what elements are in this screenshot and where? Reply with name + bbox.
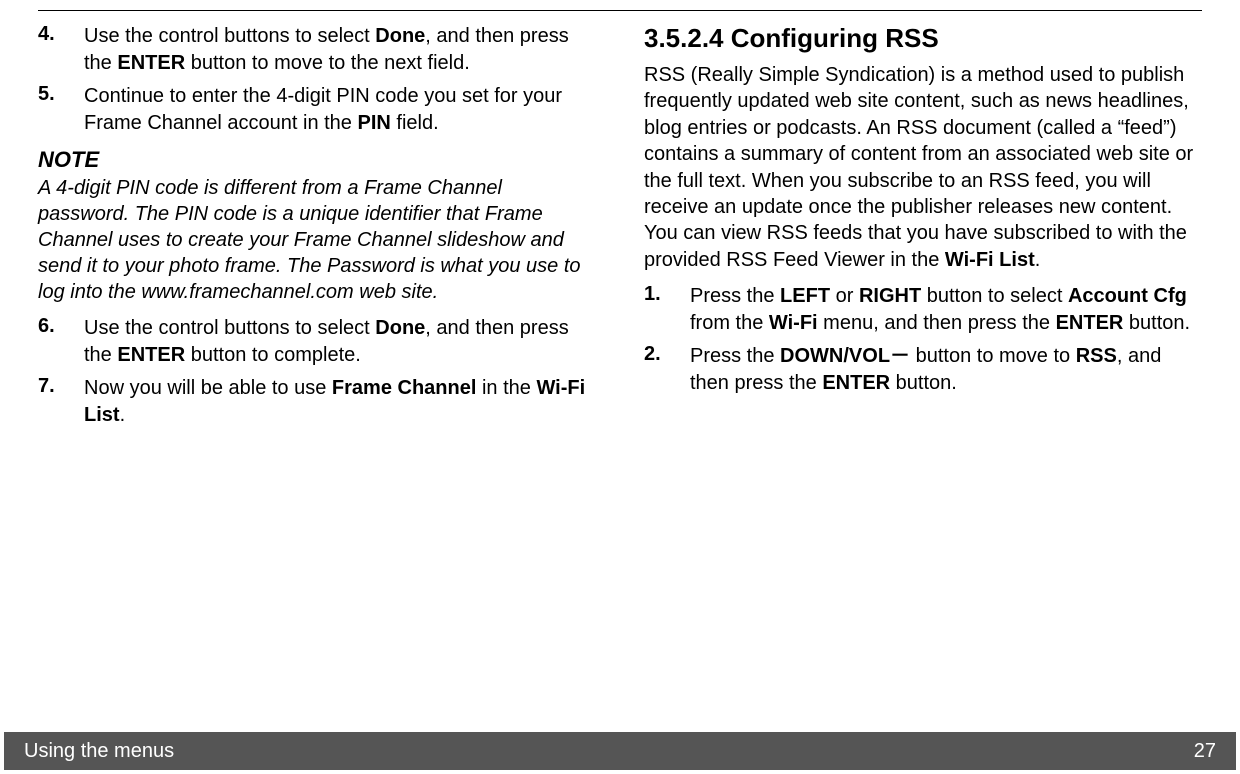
item-text: Now you will be able to use Frame Channe… bbox=[84, 375, 596, 429]
item-text: Press the DOWN/VOL－ button to move to RS… bbox=[690, 343, 1202, 397]
item-text: Continue to enter the 4-digit PIN code y… bbox=[84, 83, 596, 137]
item-text: Press the LEFT or RIGHT button to select… bbox=[690, 283, 1202, 337]
columns: 4. Use the control buttons to select Don… bbox=[38, 23, 1202, 435]
item-number: 5. bbox=[38, 83, 84, 137]
list-item: 4. Use the control buttons to select Don… bbox=[38, 23, 596, 77]
list-item: 7. Now you will be able to use Frame Cha… bbox=[38, 375, 596, 429]
item-number: 1. bbox=[644, 283, 690, 337]
item-number: 6. bbox=[38, 315, 84, 369]
note-heading: NOTE bbox=[38, 147, 596, 173]
item-number: 2. bbox=[644, 343, 690, 397]
right-column: 3.5.2.4 Configuring RSS RSS (Really Simp… bbox=[644, 23, 1202, 435]
paragraph: RSS (Really Simple Syndication) is a met… bbox=[644, 62, 1202, 273]
left-column: 4. Use the control buttons to select Don… bbox=[38, 23, 596, 435]
item-number: 7. bbox=[38, 375, 84, 429]
list-item: 2. Press the DOWN/VOL－ button to move to… bbox=[644, 343, 1202, 397]
list-item: 6. Use the control buttons to select Don… bbox=[38, 315, 596, 369]
page-number: 27 bbox=[1194, 740, 1216, 763]
item-text: Use the control buttons to select Done, … bbox=[84, 23, 596, 77]
item-text: Use the control buttons to select Done, … bbox=[84, 315, 596, 369]
top-rule bbox=[38, 10, 1202, 11]
list-item: 5. Continue to enter the 4-digit PIN cod… bbox=[38, 83, 596, 137]
item-number: 4. bbox=[38, 23, 84, 77]
page-content: 4. Use the control buttons to select Don… bbox=[0, 0, 1240, 435]
note-body: A 4-digit PIN code is different from a F… bbox=[38, 175, 596, 305]
page-footer: Using the menus 27 bbox=[4, 732, 1236, 770]
list-item: 1. Press the LEFT or RIGHT button to sel… bbox=[644, 283, 1202, 337]
section-heading: 3.5.2.4 Configuring RSS bbox=[644, 23, 1202, 54]
footer-title: Using the menus bbox=[24, 740, 174, 763]
